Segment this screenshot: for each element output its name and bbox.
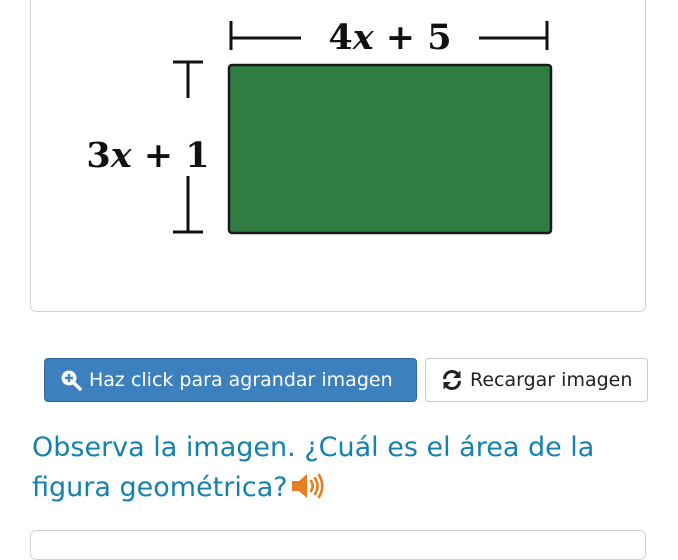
green-rectangle <box>227 63 553 235</box>
answer-card <box>30 530 646 560</box>
reload-image-label: Recargar imagen <box>470 369 633 391</box>
reload-image-button[interactable]: Recargar imagen <box>425 358 648 402</box>
height-label: 3x + 1 <box>86 135 209 176</box>
speaker-icon[interactable] <box>290 472 326 512</box>
figure-card: 4x + 5 3x + 1 <box>30 0 646 312</box>
width-label: 4x + 5 <box>328 17 451 58</box>
width-dimension: 4x + 5 <box>229 17 549 58</box>
zoom-in-icon <box>59 368 83 392</box>
rectangle-figure: 4x + 5 3x + 1 <box>86 17 553 235</box>
height-dimension: 3x + 1 <box>86 60 210 234</box>
zoom-image-label: Haz click para agrandar imagen <box>89 369 393 391</box>
zoom-image-button[interactable]: Haz click para agrandar imagen <box>44 358 417 402</box>
question-prompt: Observa la imagen. ¿Cuál es el área de l… <box>32 428 662 512</box>
refresh-icon <box>440 368 464 392</box>
